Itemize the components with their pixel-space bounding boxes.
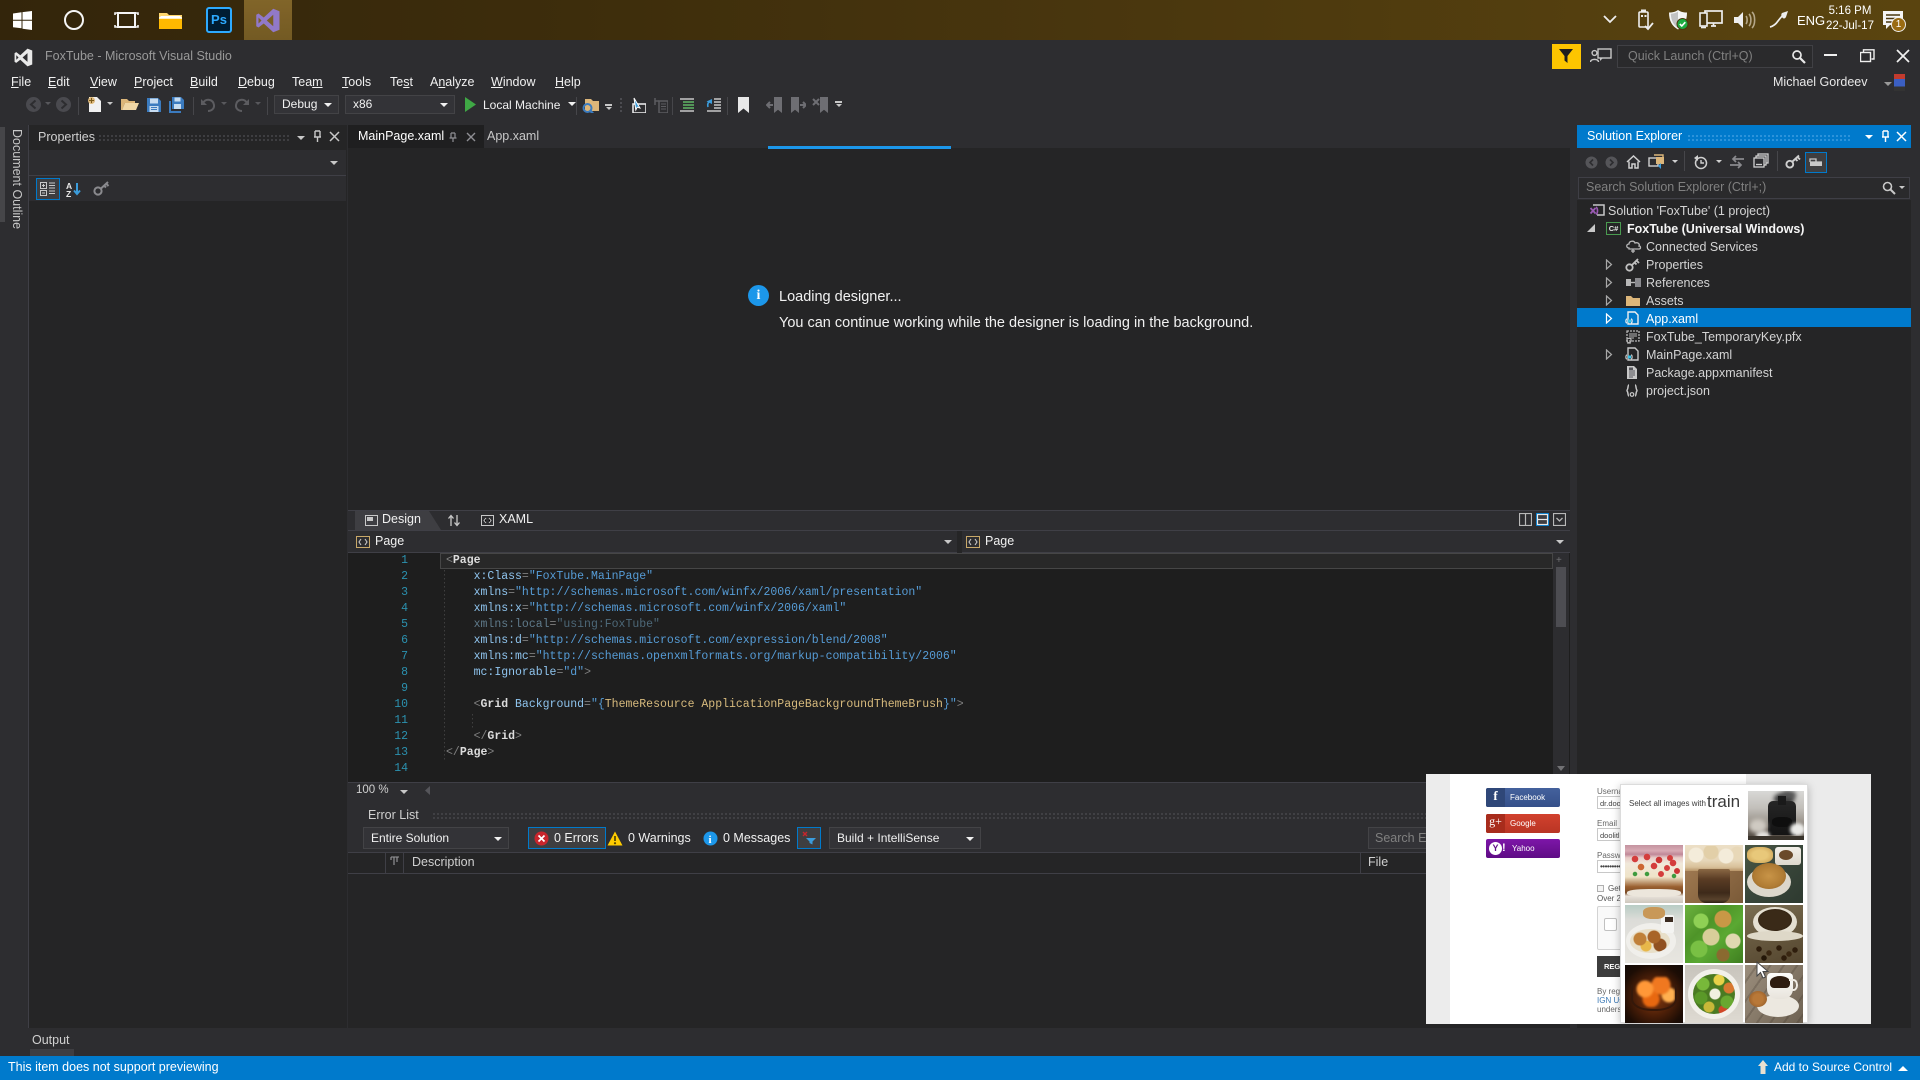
svg-text:Z: Z <box>66 189 71 197</box>
svg-text:i: i <box>709 834 712 846</box>
